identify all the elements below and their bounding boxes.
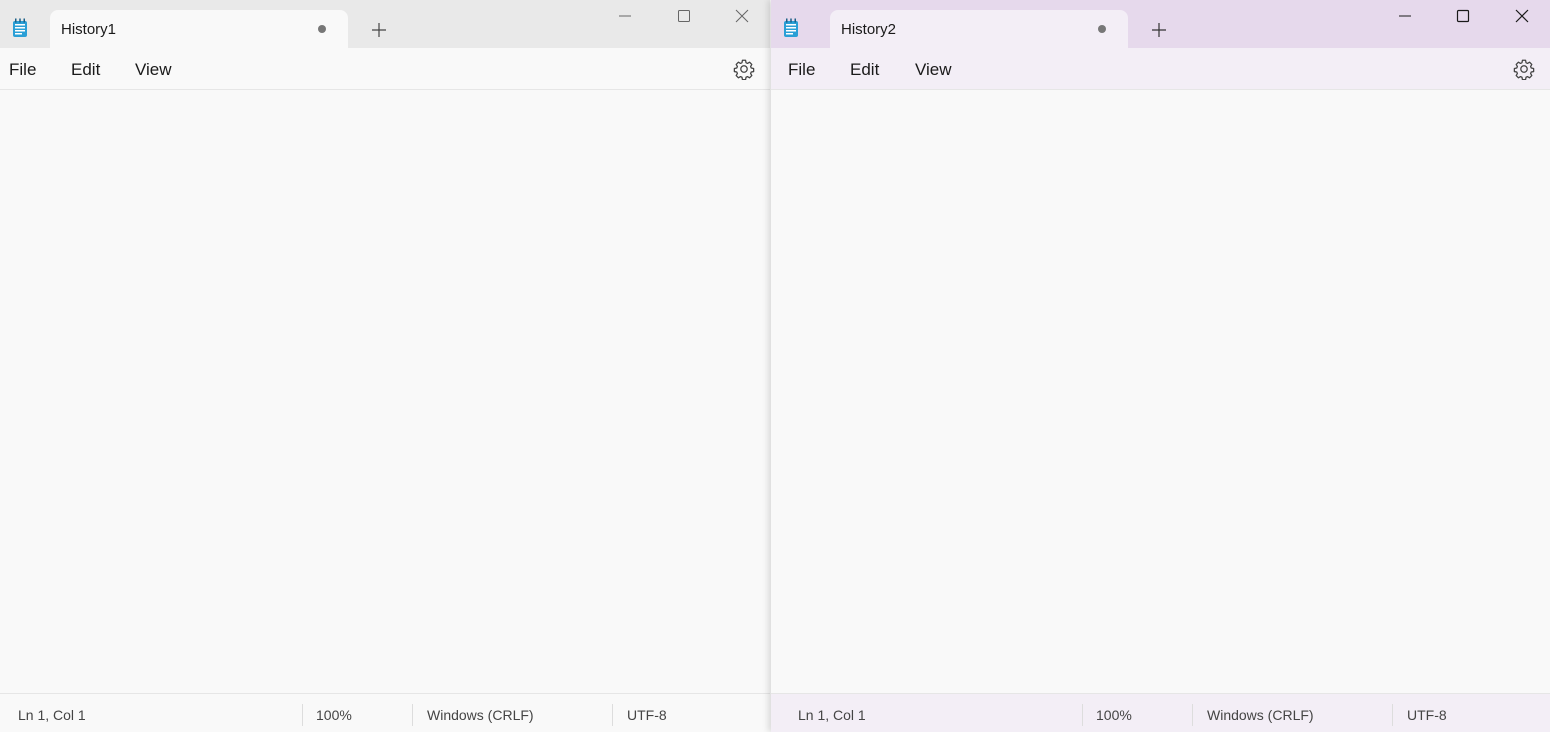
new-tab-button[interactable] [1142, 14, 1176, 44]
status-encoding[interactable]: UTF-8 [627, 707, 667, 723]
minimize-button[interactable] [1376, 0, 1434, 32]
new-tab-button[interactable] [362, 14, 396, 44]
minimize-icon [619, 15, 631, 17]
plus-icon [372, 23, 386, 37]
status-divider [412, 704, 413, 726]
notepad-icon [783, 18, 799, 38]
close-button[interactable] [713, 0, 770, 32]
maximize-icon [1456, 9, 1470, 23]
menu-edit[interactable]: Edit [850, 60, 879, 80]
status-bar: Ln 1, Col 1 100% Windows (CRLF) UTF-8 [771, 693, 1550, 732]
status-divider [612, 704, 613, 726]
menu-edit[interactable]: Edit [71, 60, 100, 80]
status-cursor-position: Ln 1, Col 1 [18, 707, 86, 723]
status-divider [1192, 704, 1193, 726]
text-editor-area[interactable] [0, 90, 770, 693]
gear-icon[interactable] [733, 58, 755, 81]
menu-view[interactable]: View [915, 60, 952, 80]
status-cursor-position: Ln 1, Col 1 [798, 707, 866, 723]
title-bar[interactable]: History1 [0, 0, 770, 48]
title-bar[interactable]: History2 [771, 0, 1550, 48]
text-editor-area[interactable] [771, 90, 1550, 693]
menu-bar: File Edit View [771, 48, 1550, 90]
menu-file[interactable]: File [788, 60, 815, 80]
close-icon [735, 9, 749, 23]
minimize-button[interactable] [596, 0, 654, 32]
tab-title: History2 [841, 21, 897, 38]
close-icon [1515, 9, 1529, 23]
menu-file[interactable]: File [9, 60, 36, 80]
gear-icon[interactable] [1513, 58, 1535, 81]
unsaved-dot-icon[interactable] [1098, 25, 1106, 33]
tab-history1[interactable]: History1 [50, 10, 348, 48]
minimize-icon [1399, 15, 1411, 17]
tab-history2[interactable]: History2 [830, 10, 1128, 48]
status-encoding[interactable]: UTF-8 [1407, 707, 1447, 723]
notepad-icon [12, 18, 28, 38]
status-divider [302, 704, 303, 726]
tab-title: History1 [61, 21, 117, 38]
notepad-window-history1: History1 File Edit View Ln 1, Col 1 100%… [0, 0, 770, 732]
maximize-icon [678, 10, 690, 22]
notepad-window-history2: History2 File Edit View Ln 1, Col 1 100%… [771, 0, 1550, 732]
unsaved-dot-icon[interactable] [318, 25, 326, 33]
status-line-ending[interactable]: Windows (CRLF) [1207, 707, 1314, 723]
maximize-button[interactable] [655, 0, 713, 32]
plus-icon [1152, 23, 1166, 37]
maximize-button[interactable] [1434, 0, 1492, 32]
status-line-ending[interactable]: Windows (CRLF) [427, 707, 534, 723]
status-bar: Ln 1, Col 1 100% Windows (CRLF) UTF-8 [0, 693, 770, 732]
status-zoom[interactable]: 100% [1096, 707, 1132, 723]
status-divider [1082, 704, 1083, 726]
status-divider [1392, 704, 1393, 726]
menu-view[interactable]: View [135, 60, 172, 80]
status-zoom[interactable]: 100% [316, 707, 352, 723]
menu-bar: File Edit View [0, 48, 770, 90]
close-button[interactable] [1493, 0, 1550, 32]
